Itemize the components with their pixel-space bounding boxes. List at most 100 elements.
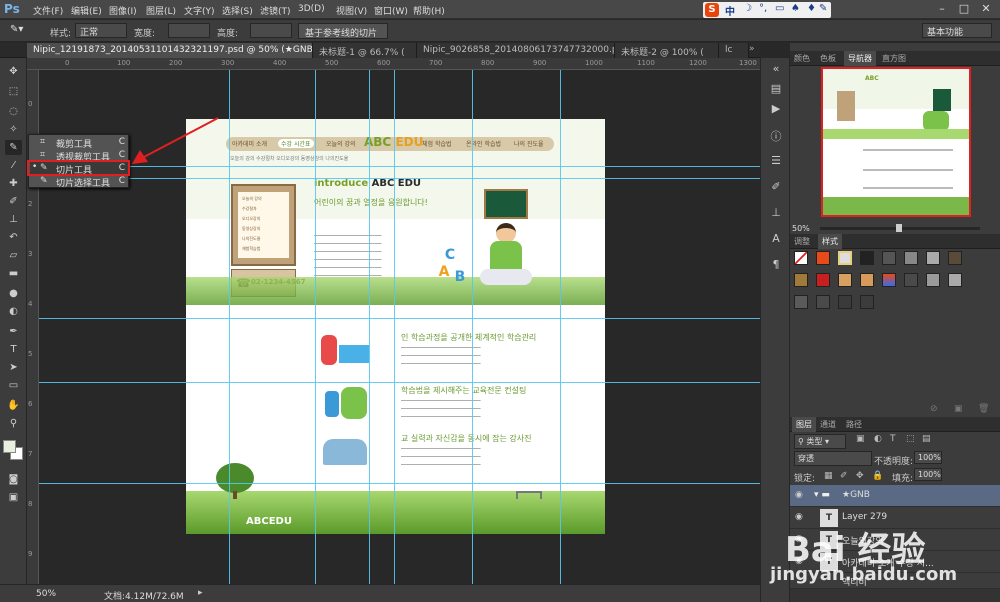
tab-document-5[interactable]: lc	[719, 43, 749, 58]
style-swatch[interactable]	[794, 295, 808, 309]
guide-vertical[interactable]	[369, 70, 370, 584]
history-brush-icon[interactable]: ↶	[5, 230, 22, 245]
menu-file[interactable]: 文件(F)	[33, 4, 63, 17]
style-swatch[interactable]	[838, 273, 852, 287]
menu-edit[interactable]: 编辑(E)	[71, 4, 102, 17]
style-delete-icon[interactable]: ⊘	[930, 404, 938, 414]
path-select-tool-icon[interactable]: ➤	[5, 360, 22, 375]
shirt-icon[interactable]: ♦	[807, 3, 816, 14]
pen-tool-icon[interactable]: ✒	[5, 324, 22, 339]
navigator-zoom-value[interactable]: 50%	[792, 224, 810, 233]
style-swatch[interactable]	[838, 251, 852, 265]
blur-tool-icon[interactable]: ●	[5, 286, 22, 301]
style-swatch[interactable]	[926, 251, 940, 265]
menu-view[interactable]: 视图(V)	[336, 4, 367, 17]
punctuation-icon[interactable]: °,	[759, 3, 767, 14]
menu-help[interactable]: 帮助(H)	[413, 4, 445, 17]
style-swatch[interactable]	[904, 251, 918, 265]
menu-layer[interactable]: 图层(L)	[146, 4, 176, 17]
guide-horizontal[interactable]	[39, 318, 760, 319]
canvas-area[interactable]: 아카데미 소개 수강 시간표 오늘의 강의 체험 학습법 온라인 학습법 나의 …	[39, 70, 760, 584]
hand-tool-icon[interactable]: ✋	[5, 398, 22, 413]
ime-mode[interactable]: 中	[725, 3, 735, 18]
guide-horizontal[interactable]	[39, 178, 760, 179]
tab-document-4[interactable]: 未标题-2 @ 100% (	[615, 43, 719, 58]
menu-select[interactable]: 选择(S)	[222, 4, 253, 17]
tab-styles[interactable]: 样式	[818, 234, 842, 249]
tab-swatches[interactable]: 色板	[820, 53, 836, 64]
style-swatch[interactable]	[882, 273, 896, 287]
tab-layers[interactable]: 图层	[792, 417, 816, 432]
tabs-overflow-icon[interactable]: »	[749, 44, 755, 54]
guide-vertical[interactable]	[394, 70, 395, 584]
color-swatches[interactable]	[3, 440, 23, 460]
properties-panel-icon[interactable]: ☰	[767, 154, 785, 170]
keyboard-icon[interactable]: ▭	[775, 3, 784, 14]
clone-stamp-icon[interactable]: ⊥	[5, 212, 22, 227]
lasso-tool-icon[interactable]: ◌	[5, 104, 22, 119]
minimize-icon[interactable]: –	[932, 2, 952, 16]
lock-all-icon[interactable]: 🔒	[872, 471, 883, 481]
wrench-icon[interactable]: ✎	[819, 3, 827, 14]
guide-horizontal[interactable]	[39, 166, 760, 167]
zoom-slider-thumb[interactable]	[896, 224, 902, 232]
opacity-value[interactable]: 100%	[914, 451, 942, 464]
status-zoom[interactable]: 50%	[36, 589, 56, 599]
close-icon[interactable]: ✕	[976, 2, 996, 16]
menu-window[interactable]: 窗口(W)	[374, 4, 408, 17]
lock-pixels-icon[interactable]: ▦	[824, 471, 833, 481]
guide-vertical[interactable]	[315, 70, 316, 584]
flyout-crop-tool[interactable]: ⌗ 裁剪工具 C	[30, 136, 129, 150]
type-tool-icon[interactable]: T	[5, 342, 22, 357]
screen-mode-icon[interactable]: ▣	[5, 490, 22, 505]
slices-from-guides-button[interactable]: 基于参考线的切片	[298, 23, 388, 39]
character-panel-icon[interactable]: A	[767, 232, 785, 248]
zoom-tool-icon[interactable]: ⚲	[5, 416, 22, 431]
guide-vertical[interactable]	[472, 70, 473, 584]
style-swatch[interactable]	[948, 273, 962, 287]
guide-horizontal[interactable]	[39, 382, 760, 383]
lock-paint-icon[interactable]: ✐	[840, 471, 848, 481]
layer-row[interactable]: ◉ ▾ ▬ ★GNB	[790, 485, 1000, 507]
tab-document-2[interactable]: 未标题-1 @ 66.7% (	[313, 43, 417, 58]
menu-3d[interactable]: 3D(D)	[298, 4, 325, 14]
menu-image[interactable]: 图像(I)	[109, 4, 137, 17]
menu-type[interactable]: 文字(Y)	[184, 4, 215, 17]
panel-collapse-icon[interactable]: «	[767, 62, 785, 78]
tab-channels[interactable]: 通道	[820, 419, 836, 430]
fill-value[interactable]: 100%	[914, 468, 942, 481]
navigator-thumbnail[interactable]: ABC	[821, 67, 971, 217]
filter-pixel-icon[interactable]: ▣	[856, 434, 865, 444]
status-menu-arrow-icon[interactable]: ▸	[198, 588, 203, 598]
eraser-tool-icon[interactable]: ▱	[5, 248, 22, 263]
style-swatch[interactable]	[948, 251, 962, 265]
style-swatch[interactable]	[926, 273, 940, 287]
guide-horizontal[interactable]	[39, 483, 760, 484]
style-swatch[interactable]	[838, 295, 852, 309]
workspace-select[interactable]: 基本功能	[922, 23, 992, 38]
style-swatch[interactable]	[794, 273, 808, 287]
dodge-tool-icon[interactable]: ◐	[5, 304, 22, 319]
width-input[interactable]	[168, 23, 210, 38]
ime-toolbar[interactable]: S 中 ☽ °, ▭ ♠ ♦ ✎	[703, 2, 831, 18]
history-panel-icon[interactable]: ▤	[767, 82, 785, 98]
style-select[interactable]: 正常	[75, 23, 127, 38]
style-swatch[interactable]	[816, 273, 830, 287]
foreground-color[interactable]	[3, 440, 16, 453]
quick-select-tool-icon[interactable]: ✧	[5, 122, 22, 137]
gradient-tool-icon[interactable]: ▬	[5, 266, 22, 281]
slice-tool-icon[interactable]: ✎	[5, 140, 22, 155]
style-trash-icon[interactable]: 🗑	[978, 404, 989, 414]
filter-shape-icon[interactable]: ⬚	[906, 434, 915, 444]
blend-mode-select[interactable]: 穿透	[794, 451, 872, 466]
brush-panel-icon[interactable]: ✐	[767, 180, 785, 196]
maximize-icon[interactable]: □	[954, 2, 974, 16]
style-swatch[interactable]	[904, 273, 918, 287]
tab-document-1[interactable]: Nipic_12191873_20140531101432321197.psd …	[27, 43, 313, 58]
layer-filter-kind[interactable]: ⚲ 类型 ▾	[794, 434, 846, 449]
guide-vertical[interactable]	[560, 70, 561, 584]
eyedropper-tool-icon[interactable]: ⁄	[5, 158, 22, 173]
shape-tool-icon[interactable]: ▭	[5, 378, 22, 393]
filter-type-icon[interactable]: T	[890, 434, 896, 444]
style-swatch[interactable]	[860, 273, 874, 287]
